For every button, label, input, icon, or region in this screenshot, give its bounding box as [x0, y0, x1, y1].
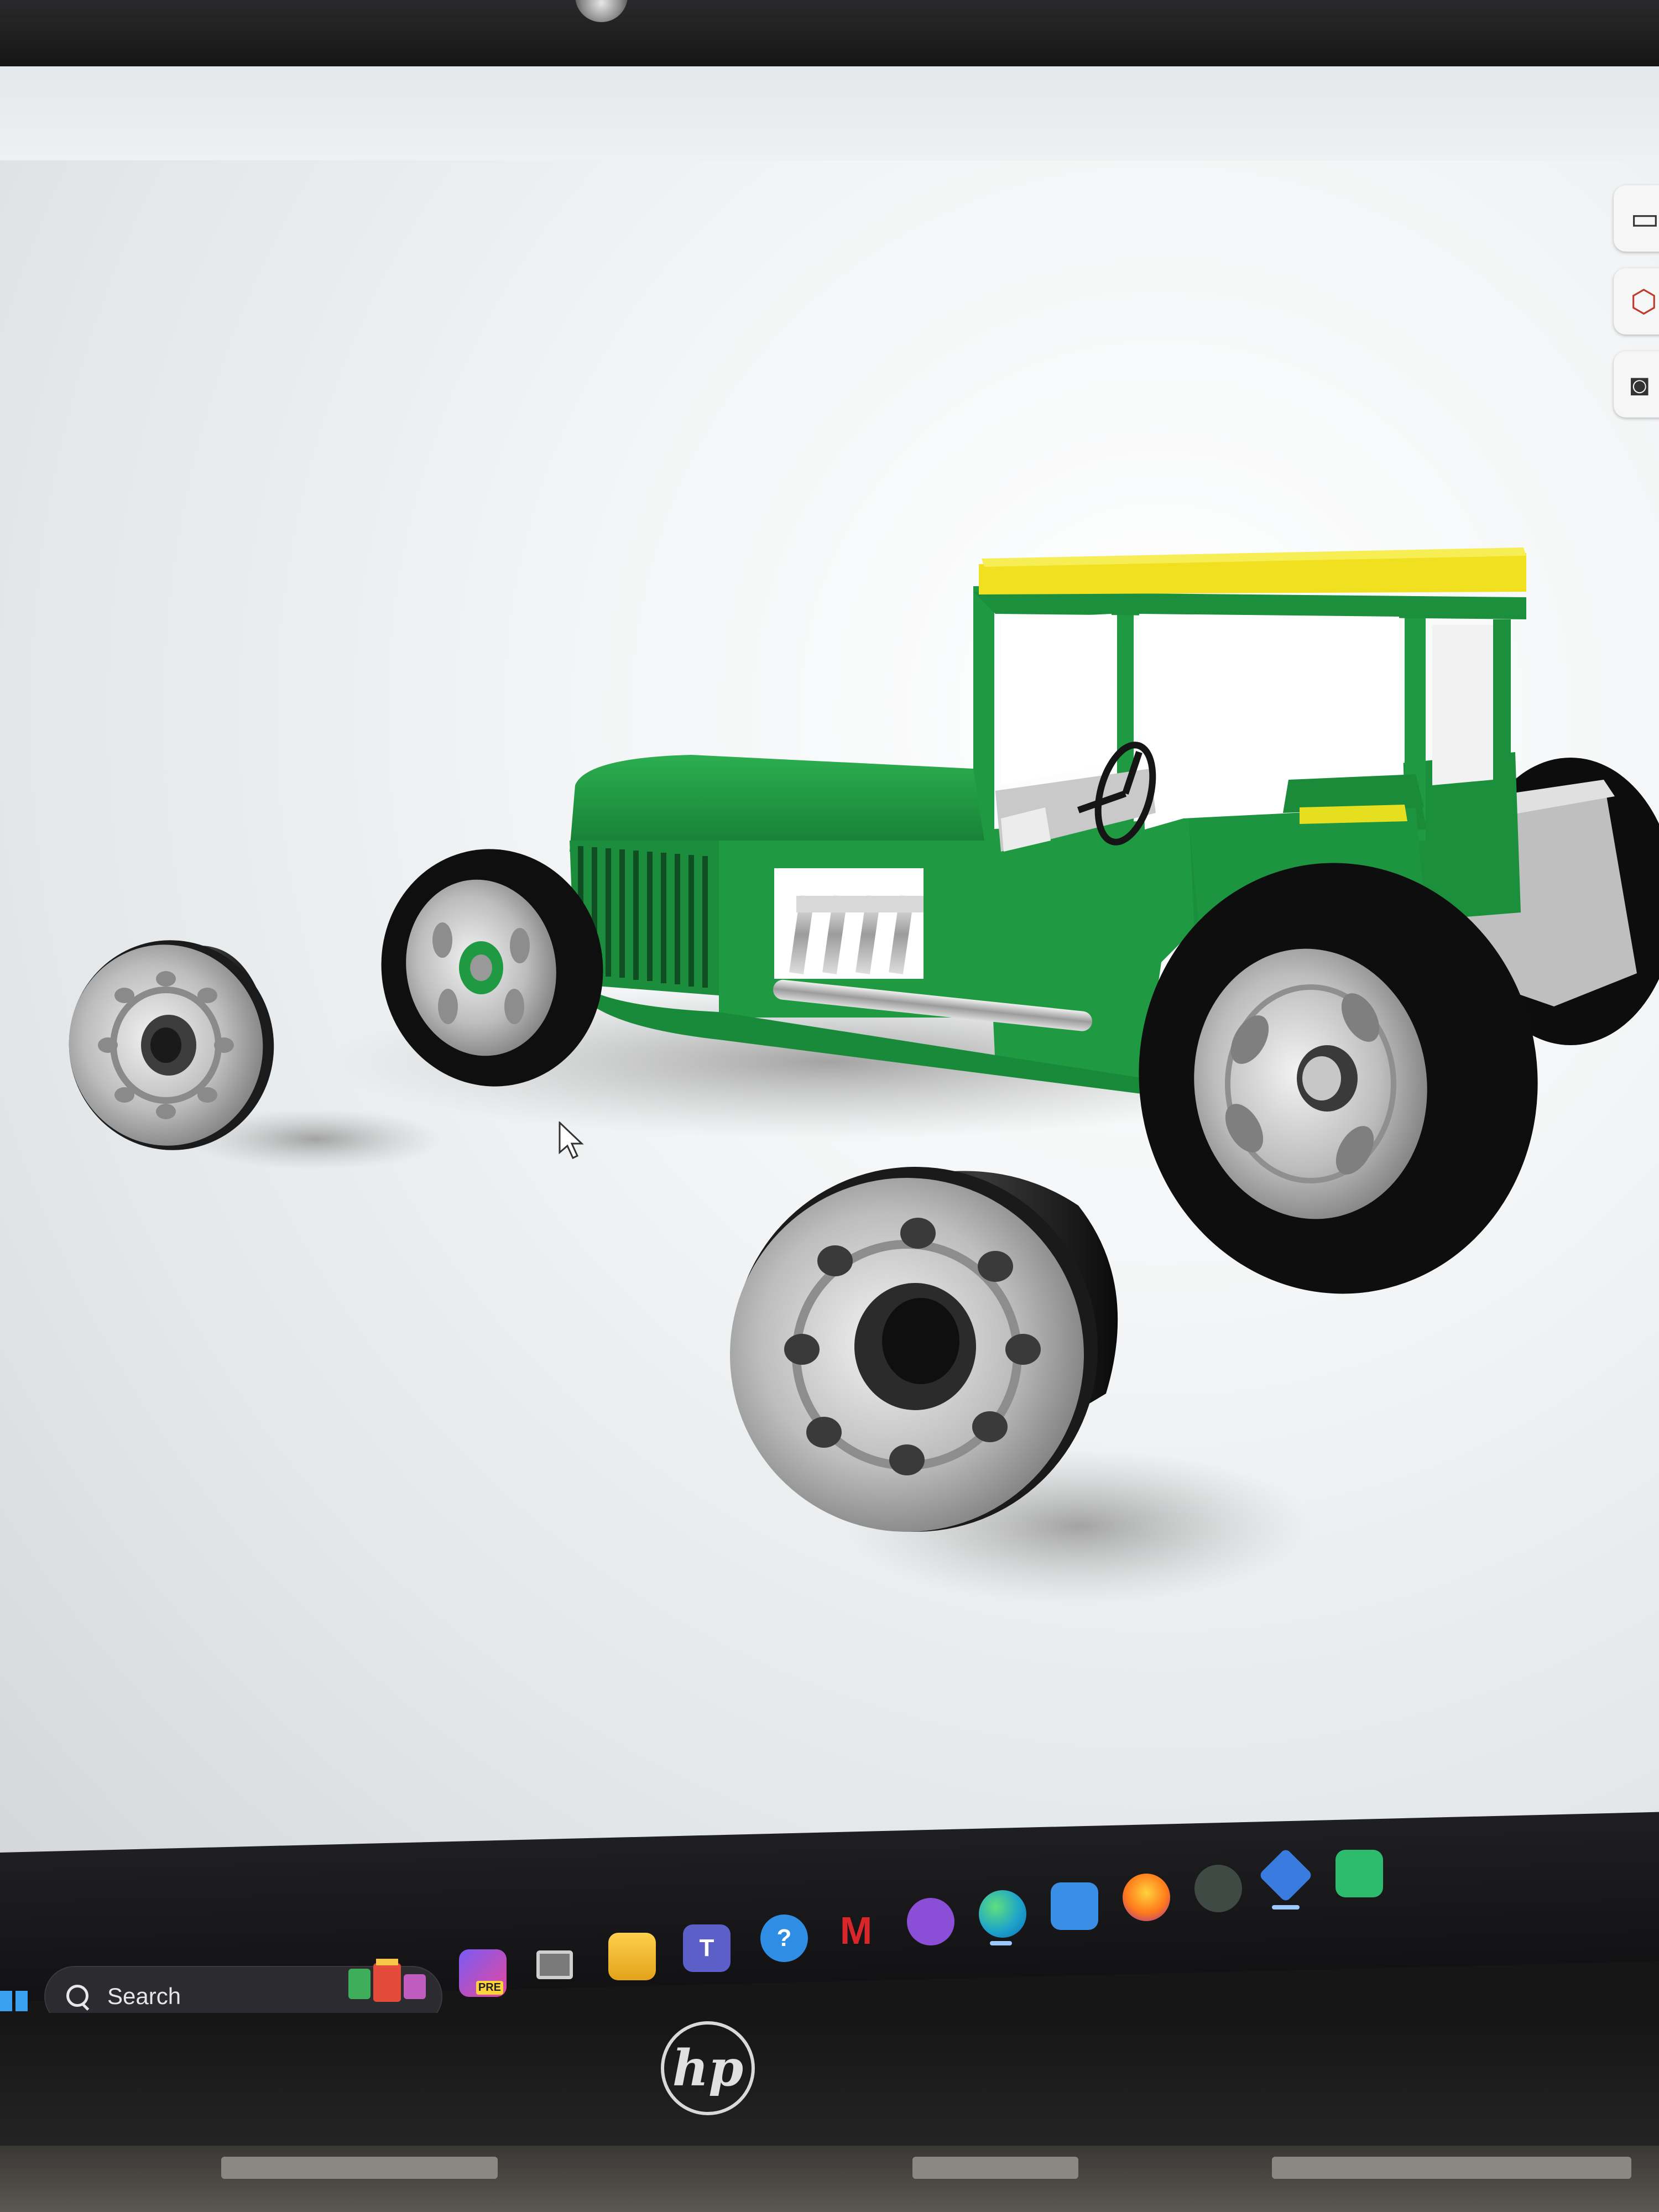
taskbar-dark-app-icon[interactable]	[1194, 1865, 1242, 1912]
cab-window-white-3	[1432, 625, 1493, 785]
cab-pillar-rear-far	[1493, 619, 1511, 818]
search-label: Search	[107, 1983, 181, 2009]
taskbar-firefox-icon[interactable]	[1123, 1874, 1170, 1921]
panel-icon: ▭	[1630, 201, 1659, 236]
hinge-segment	[912, 2157, 1078, 2179]
3d-scene[interactable]	[0, 66, 1659, 1919]
cab-window-white	[1001, 614, 1117, 785]
taskbar-active-indicator	[1272, 1905, 1300, 1910]
taskbar-green-app-icon[interactable]	[1335, 1850, 1383, 1897]
taskbar-social-app-icon[interactable]	[907, 1898, 954, 1945]
view-cube-button[interactable]: ⬡	[1614, 268, 1659, 335]
search-icon	[65, 1984, 91, 2009]
taskbar-get-help-icon[interactable]: ?	[760, 1914, 808, 1962]
mouse-cursor	[559, 1121, 584, 1160]
taskbar-task-view-icon[interactable]	[531, 1941, 578, 1989]
3d-viewport[interactable]: ▭ ⬡ ◙	[0, 66, 1659, 1919]
camera-button[interactable]: ◙	[1614, 351, 1659, 418]
hp-logo: hp	[661, 2021, 755, 2115]
taskbar-teams-icon[interactable]: T	[683, 1924, 731, 1972]
hood	[570, 755, 984, 852]
webcam	[575, 0, 628, 22]
view-cube-icon: ⬡	[1630, 284, 1657, 319]
taskbar-edge-icon[interactable]	[979, 1890, 1026, 1938]
taskbar-copilot-icon[interactable]: PRE	[459, 1949, 507, 1997]
hinge-segment	[1272, 2157, 1631, 2179]
taskbar-mcafee-icon[interactable]: M	[832, 1907, 880, 1954]
panel-toggle-button[interactable]: ▭	[1614, 185, 1659, 252]
taskbar-active-indicator	[990, 1941, 1012, 1945]
laptop-hinge	[0, 2146, 1659, 2212]
search-highlight-icon	[348, 1959, 426, 2002]
laptop-bezel-top	[0, 0, 1659, 66]
taskbar-microsoft-store-icon[interactable]	[1051, 1882, 1098, 1930]
camera-icon: ◙	[1630, 367, 1649, 402]
taskbar-file-explorer-icon[interactable]	[608, 1933, 656, 1980]
hinge-segment	[221, 2157, 498, 2179]
